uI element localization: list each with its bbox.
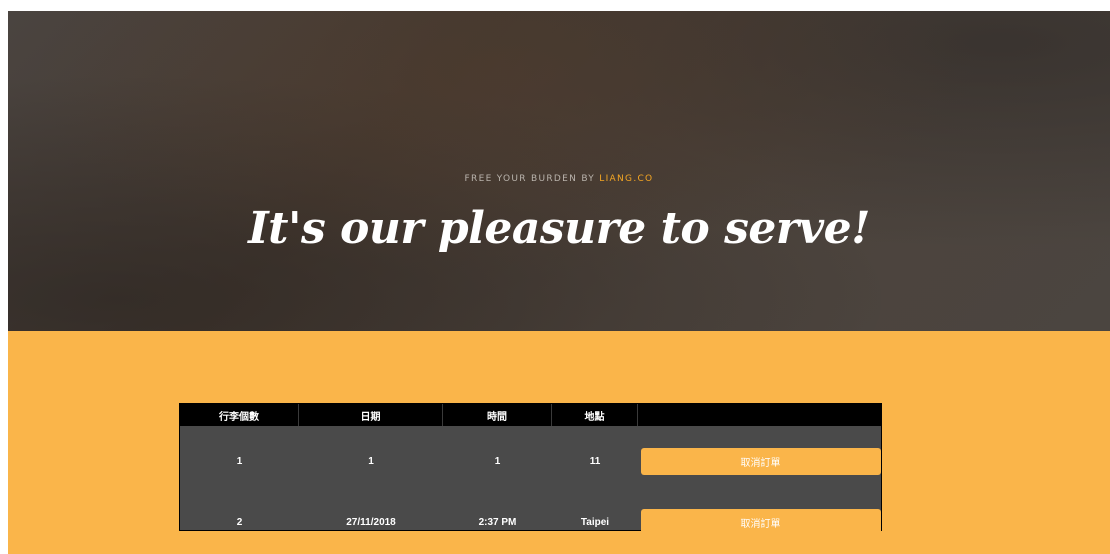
hero-banner: FREE YOUR BURDEN BY LIANG.CO It's our pl… [8, 11, 1110, 331]
cell-time: 1 [494, 455, 501, 467]
cell-date: 27/11/2018 [346, 516, 396, 528]
cell-time: 2:37 PM [478, 516, 517, 528]
tagline-prefix: FREE YOUR BURDEN BY [464, 174, 600, 184]
cancel-order-button[interactable]: 取消訂單 [640, 508, 881, 536]
header-time: 時間 [443, 404, 552, 426]
cell-count: 2 [236, 516, 243, 528]
cell-location: Taipei [580, 516, 610, 528]
brand-link[interactable]: LIANG.CO [599, 174, 653, 184]
header-action [638, 404, 881, 426]
cell-action: 取消訂單 [638, 426, 881, 496]
table-header: 行李個數 日期 時間 地點 [180, 404, 881, 426]
cell-location: 11 [589, 455, 601, 467]
table-row: 1 1 1 11 取消訂單 [180, 426, 881, 496]
header-luggage-count: 行李個數 [180, 404, 299, 426]
cell-action: 取消訂單 [638, 496, 881, 548]
table-row: 2 27/11/2018 2:37 PM Taipei 取消訂單 [180, 496, 881, 548]
cell-count: 1 [236, 455, 243, 467]
hero-tagline: FREE YOUR BURDEN BY LIANG.CO [8, 174, 1110, 184]
header-location: 地點 [552, 404, 638, 426]
orders-table: 行李個數 日期 時間 地點 1 1 1 11 取消訂單 2 27/11/2018… [179, 403, 882, 536]
header-date: 日期 [299, 404, 443, 426]
cell-date: 1 [368, 455, 374, 467]
hero-heading: It's our pleasure to serve! [248, 203, 870, 254]
cancel-order-button[interactable]: 取消訂單 [640, 447, 881, 475]
